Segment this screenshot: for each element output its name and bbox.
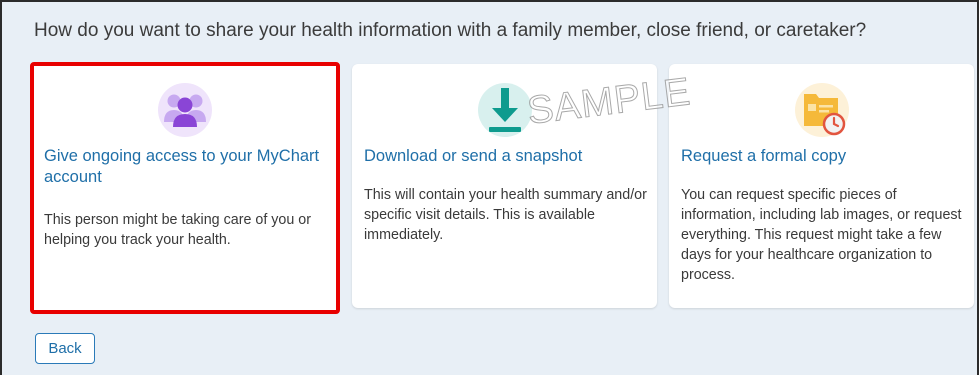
option-card-ongoing-access[interactable]: Give ongoing access to your MyChart acco… (30, 62, 340, 314)
option-card-formal-copy[interactable]: Request a formal copy You can request sp… (669, 64, 974, 308)
download-icon (475, 80, 535, 140)
option-description: This person might be taking care of you … (44, 212, 312, 248)
back-button[interactable]: Back (35, 333, 95, 364)
people-group-icon (155, 80, 215, 140)
document-clock-icon (792, 80, 852, 140)
option-title: Request a formal copy (681, 147, 847, 165)
option-card-snapshot[interactable]: Download or send a snapshot This will co… (352, 64, 657, 308)
option-title: Download or send a snapshot (364, 147, 583, 165)
option-description: This will contain your health summary an… (364, 187, 647, 243)
option-description: You can request specific pieces of infor… (681, 187, 962, 283)
share-panel: How do you want to share your health inf… (0, 0, 979, 375)
page-question: How do you want to share your health inf… (34, 20, 867, 41)
option-title: Give ongoing access to your MyChart acco… (44, 147, 320, 186)
